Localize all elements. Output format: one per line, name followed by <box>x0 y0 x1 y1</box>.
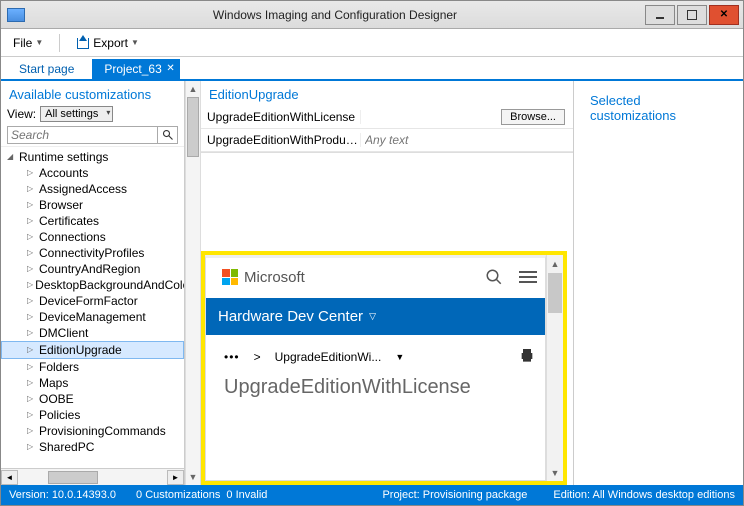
expand-icon: ▷ <box>27 165 37 181</box>
available-customizations-header: Available customizations <box>1 81 184 106</box>
scroll-up-button[interactable]: ▲ <box>186 81 200 97</box>
expand-icon: ▷ <box>27 293 37 309</box>
maximize-button[interactable] <box>677 5 707 25</box>
expand-icon: ▷ <box>27 423 37 439</box>
chevron-down-icon: ▽ <box>369 311 376 322</box>
tree-item-browser[interactable]: ▷Browser <box>1 197 184 213</box>
hardware-dev-center-bar[interactable]: Hardware Dev Center▽ <box>206 298 546 335</box>
view-label: View: <box>7 107 36 121</box>
status-customizations: 0 Customizations <box>136 489 220 501</box>
chevron-down-icon: ▼ <box>35 38 43 47</box>
ellipsis-icon[interactable]: ••• <box>224 350 240 364</box>
help-panel: Microsoft Hardware Dev Center▽ ••• > Upg… <box>201 251 567 485</box>
tree-item-editionupgrade[interactable]: ▷EditionUpgrade <box>1 341 184 359</box>
expand-icon: ▷ <box>27 375 37 391</box>
status-edition: Edition: All Windows desktop editions <box>553 489 735 501</box>
expand-icon: ▷ <box>27 261 37 277</box>
expand-icon: ▷ <box>27 197 37 213</box>
expand-icon: ▷ <box>27 325 37 341</box>
expand-icon: ▷ <box>27 439 37 455</box>
scroll-left-button[interactable]: ◄ <box>1 470 18 485</box>
tree-item-maps[interactable]: ▷Maps <box>1 375 184 391</box>
microsoft-logo: Microsoft <box>222 269 305 286</box>
expand-icon: ▷ <box>27 213 37 229</box>
printer-icon <box>519 347 535 363</box>
expand-icon: ▷ <box>27 359 37 375</box>
expand-icon: ▷ <box>27 229 37 245</box>
collapse-icon: ◢ <box>7 149 17 165</box>
chevron-down-icon[interactable]: ▼ <box>395 352 404 362</box>
hamburger-icon[interactable] <box>519 271 537 283</box>
breadcrumb-item[interactable]: UpgradeEditionWi... <box>275 350 382 364</box>
status-invalid: 0 Invalid <box>226 489 267 501</box>
print-button[interactable] <box>519 347 535 366</box>
scroll-thumb[interactable] <box>48 471 98 484</box>
scroll-thumb[interactable] <box>187 97 199 157</box>
horizontal-scrollbar[interactable]: ◄ ► <box>1 468 184 485</box>
search-input[interactable] <box>7 126 158 144</box>
file-menu-label: File <box>13 36 32 50</box>
help-title: UpgradeEditionWithLicense <box>222 370 537 399</box>
scroll-thumb[interactable] <box>548 273 562 313</box>
expand-icon: ▷ <box>27 407 37 423</box>
tab-project[interactable]: Project_63 ✕ <box>92 59 179 79</box>
expand-icon: ▷ <box>27 309 37 325</box>
tree-item-provisioningcommands[interactable]: ▷ProvisioningCommands <box>1 423 184 439</box>
close-button[interactable] <box>709 5 739 25</box>
search-icon <box>162 129 174 141</box>
edition-upgrade-header: EditionUpgrade <box>201 81 573 106</box>
expand-icon: ▷ <box>27 277 33 293</box>
chevron-down-icon: ▼ <box>131 38 139 47</box>
selected-customizations-header: Selected customizations <box>582 87 735 127</box>
export-menu-label: Export <box>93 36 128 50</box>
tree-item-policies[interactable]: ▷Policies <box>1 407 184 423</box>
vertical-scrollbar[interactable]: ▲ ▼ <box>185 81 201 485</box>
status-project: Project: Provisioning package <box>382 489 527 501</box>
tree-root[interactable]: ◢Runtime settings <box>1 149 184 165</box>
tree-item-assignedaccess[interactable]: ▷AssignedAccess <box>1 181 184 197</box>
scroll-down-button[interactable]: ▼ <box>186 469 200 485</box>
app-icon <box>7 8 25 22</box>
expand-icon: ▷ <box>27 245 37 261</box>
view-select[interactable]: All settings <box>40 106 113 122</box>
tree-item-certificates[interactable]: ▷Certificates <box>1 213 184 229</box>
export-menu[interactable]: Export▼ <box>70 33 145 53</box>
search-button[interactable] <box>158 126 178 144</box>
product-key-input[interactable] <box>365 133 569 147</box>
breadcrumb: ••• > UpgradeEditionWi... ▼ <box>222 335 537 370</box>
tab-start-page[interactable]: Start page <box>7 59 92 79</box>
tree-item-countryandregion[interactable]: ▷CountryAndRegion <box>1 261 184 277</box>
browse-button[interactable]: Browse... <box>501 109 565 125</box>
microsoft-icon <box>222 269 238 285</box>
property-name: UpgradeEditionWithProductKey <box>201 133 361 147</box>
tree-item-folders[interactable]: ▷Folders <box>1 359 184 375</box>
minimize-button[interactable] <box>645 5 675 25</box>
tree-item-desktopbackgroundandcolors[interactable]: ▷DesktopBackgroundAndColors <box>1 277 184 293</box>
scroll-down-button[interactable]: ▼ <box>547 464 563 481</box>
separator <box>59 34 60 52</box>
file-menu[interactable]: File▼ <box>7 33 49 53</box>
export-icon <box>76 37 90 49</box>
help-scrollbar[interactable]: ▲ ▼ <box>546 255 563 481</box>
scroll-right-button[interactable]: ► <box>167 470 184 485</box>
window-title: Windows Imaging and Configuration Design… <box>25 8 645 22</box>
tree-item-connections[interactable]: ▷Connections <box>1 229 184 245</box>
expand-icon: ▷ <box>27 342 37 358</box>
status-version: Version: 10.0.14393.0 <box>9 489 116 501</box>
expand-icon: ▷ <box>27 181 37 197</box>
tree-item-accounts[interactable]: ▷Accounts <box>1 165 184 181</box>
close-tab-icon[interactable]: ✕ <box>166 63 174 74</box>
expand-icon: ▷ <box>27 391 37 407</box>
tree-item-sharedpc[interactable]: ▷SharedPC <box>1 439 184 455</box>
tree-item-deviceformfactor[interactable]: ▷DeviceFormFactor <box>1 293 184 309</box>
property-name: UpgradeEditionWithLicense <box>201 110 361 124</box>
tree-item-devicemanagement[interactable]: ▷DeviceManagement <box>1 309 184 325</box>
scroll-up-button[interactable]: ▲ <box>547 255 563 272</box>
tree-item-connectivityprofiles[interactable]: ▷ConnectivityProfiles <box>1 245 184 261</box>
tree-item-oobe[interactable]: ▷OOBE <box>1 391 184 407</box>
tree-item-dmclient[interactable]: ▷DMClient <box>1 325 184 341</box>
search-icon[interactable] <box>485 268 503 286</box>
